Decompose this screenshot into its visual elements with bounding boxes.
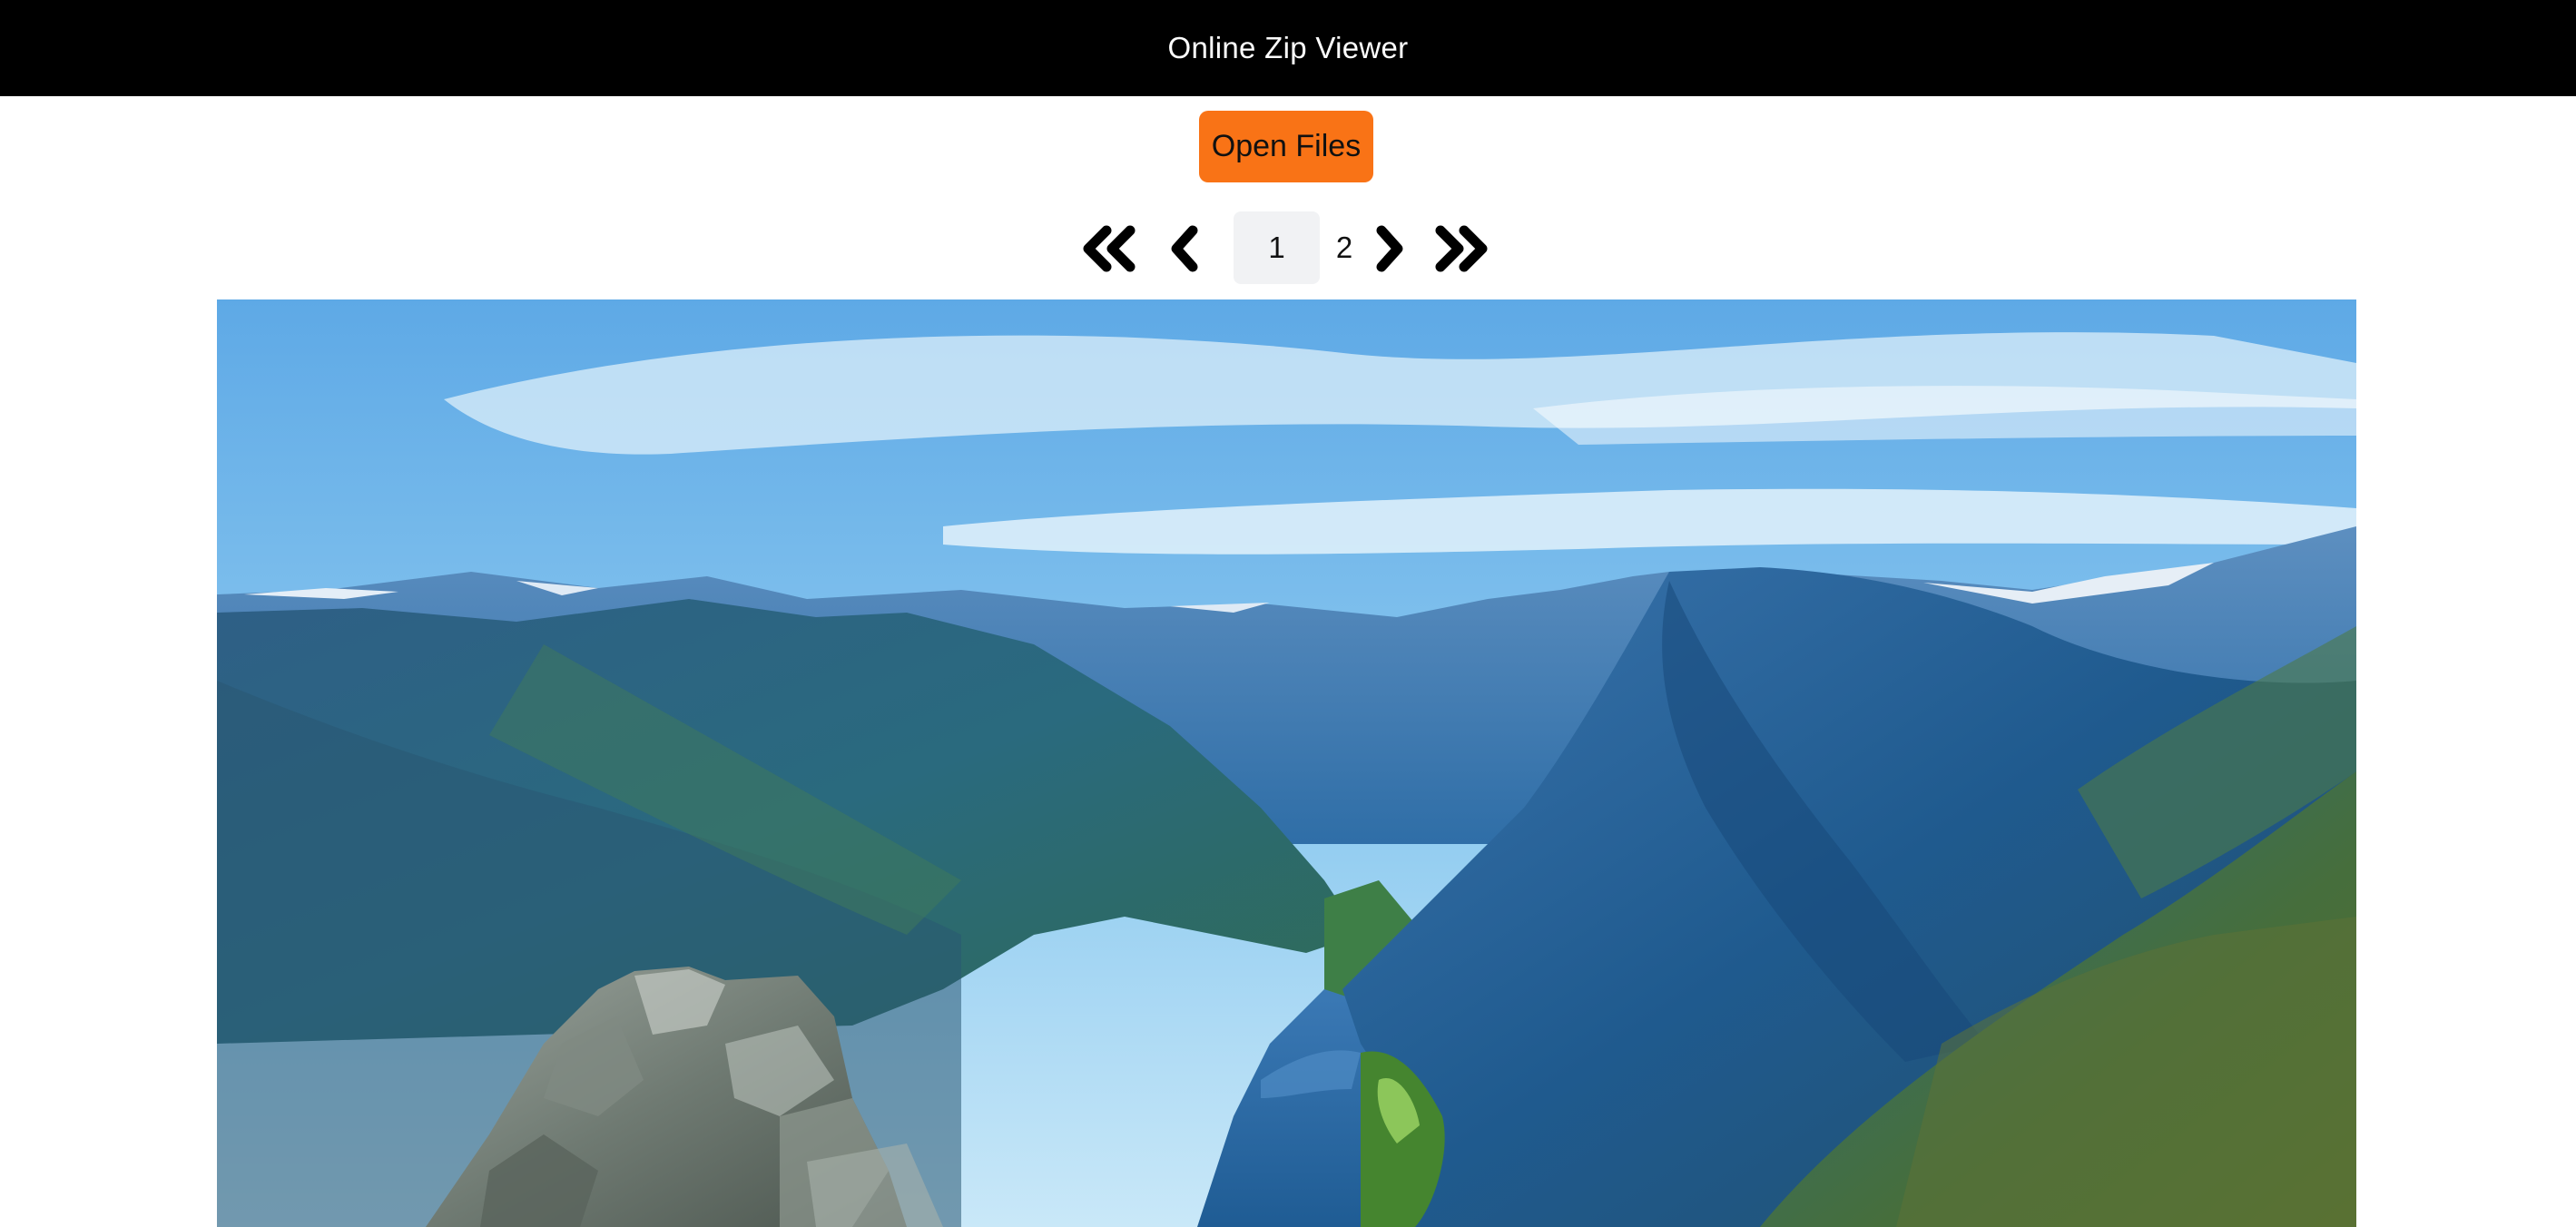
page-button-1[interactable]: 1	[1234, 211, 1320, 284]
chevron-left-icon	[1165, 225, 1202, 272]
image-viewer	[217, 299, 2356, 1227]
app-header: Online Zip Viewer	[0, 0, 2576, 96]
page-button-2[interactable]: 2	[1328, 211, 1361, 284]
previous-page-button[interactable]	[1161, 211, 1206, 286]
double-chevron-right-icon	[1431, 225, 1491, 272]
last-page-button[interactable]	[1429, 211, 1494, 286]
app-title: Online Zip Viewer	[1167, 31, 1409, 64]
first-page-button[interactable]	[1077, 211, 1142, 286]
fjord-landscape-image	[217, 299, 2356, 1227]
open-files-button[interactable]: Open Files	[1199, 111, 1373, 182]
next-page-button[interactable]	[1369, 211, 1412, 286]
chevron-right-icon	[1372, 225, 1409, 272]
double-chevron-left-icon	[1079, 225, 1139, 272]
pagination: 1 2	[0, 211, 2576, 286]
